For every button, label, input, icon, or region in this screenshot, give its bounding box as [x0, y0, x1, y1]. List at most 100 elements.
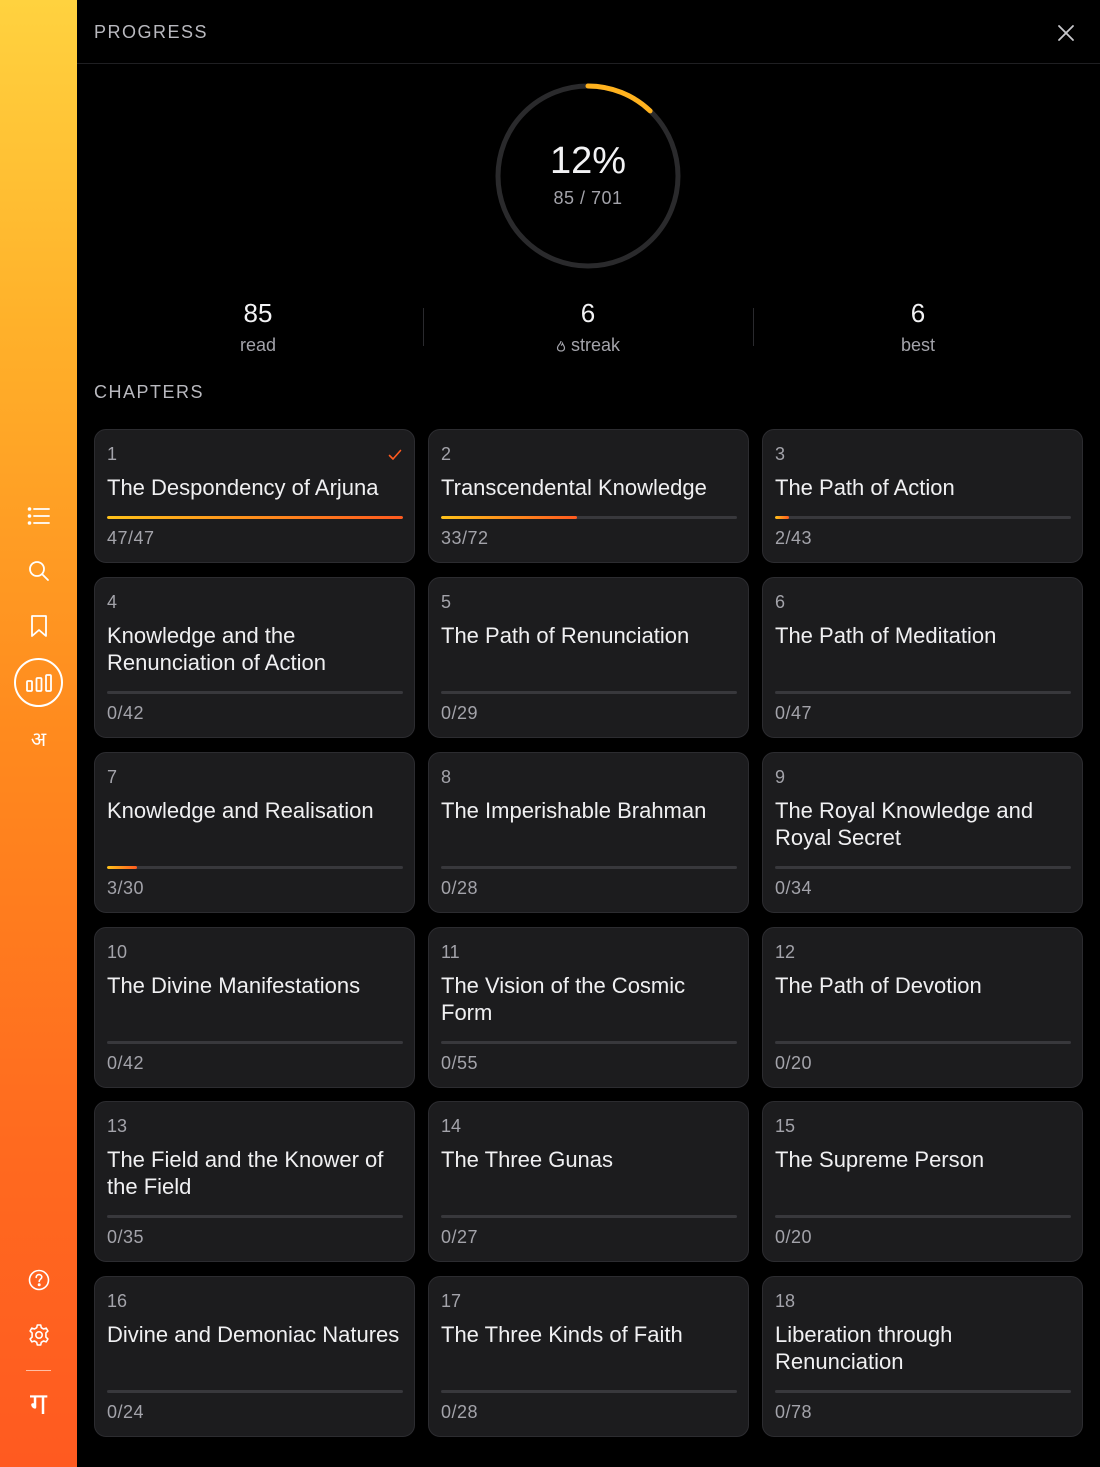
progress-button[interactable]	[14, 658, 63, 707]
chapter-number: 13	[107, 1116, 128, 1136]
chapter-number: 17	[441, 1291, 462, 1311]
chapter-title: Divine and Demoniac Natures	[107, 1322, 400, 1347]
chapter-title: The Path of Renunciation	[441, 623, 690, 648]
chapter-progress-fill	[107, 866, 137, 869]
chapter-progress-bar	[107, 866, 403, 869]
bookmarks-button[interactable]	[14, 604, 63, 648]
chapter-title: The Imperishable Brahman	[441, 798, 707, 823]
chapter-number: 11	[441, 942, 460, 962]
chapter-verse-count: 0/78	[775, 1402, 813, 1422]
chapter-card[interactable]: 17 The Three Kinds of Faith 0/28	[428, 1276, 749, 1437]
stat-best: 6 best	[818, 298, 1018, 356]
chapter-title: The Divine Manifestations	[107, 973, 361, 998]
chapter-title: The Three Gunas	[441, 1147, 614, 1172]
stat-value: 6	[910, 298, 926, 328]
chapter-card[interactable]: 13 The Field and the Knower of the Field 0…	[94, 1101, 415, 1262]
chapter-progress-bar	[775, 1390, 1071, 1393]
search-icon	[28, 561, 49, 581]
chapter-progress-bar	[107, 691, 403, 694]
app-logo: ग	[14, 1380, 63, 1424]
chapter-verse-count: 0/27	[441, 1227, 479, 1247]
stat-label: read	[239, 335, 277, 355]
chapter-title: The Path of Devotion	[775, 973, 982, 998]
chapter-verse-count: 0/55	[441, 1053, 479, 1073]
chapter-progress-fill	[107, 516, 403, 519]
chapter-number: 12	[775, 942, 796, 962]
chapter-number: 1	[107, 444, 118, 464]
chapter-title: The Path of Meditation	[775, 623, 997, 648]
chapter-verse-count: 0/34	[775, 878, 813, 898]
chapter-verse-count: 47/47	[107, 528, 155, 548]
chapter-card[interactable]: 9 The Royal Knowledge and Royal Secret 0/3…	[762, 752, 1083, 913]
chapter-title: The Royal Knowledge and Royal Secret	[775, 798, 1034, 850]
chapter-title: The Vision of the Cosmic Form	[441, 973, 686, 1025]
chapter-verse-count: 33/72	[441, 528, 489, 548]
chapter-verse-count: 3/30	[107, 878, 145, 898]
chapter-number: 9	[775, 767, 786, 787]
chapter-progress-bar	[441, 691, 737, 694]
chapter-progress-bar	[107, 1390, 403, 1393]
chapter-card[interactable]: 3 The Path of Action 2/43	[762, 429, 1083, 563]
chapter-card[interactable]: 2 Transcendental Knowledge 33/72	[428, 429, 749, 563]
chapter-title: The Path of Action	[775, 475, 955, 500]
chapter-title: The Supreme Person	[775, 1147, 985, 1172]
chapter-card[interactable]: 12 The Path of Devotion 0/20	[762, 927, 1083, 1088]
chapter-title: Transcendental Knowledge	[441, 475, 707, 500]
chapter-progress-bar	[775, 1041, 1071, 1044]
chapter-card[interactable]: 11 The Vision of the Cosmic Form 0/55	[428, 927, 749, 1088]
chapter-card[interactable]: 15 The Supreme Person 0/20	[762, 1101, 1083, 1262]
chapter-card[interactable]: 8 The Imperishable Brahman 0/28	[428, 752, 749, 913]
list-icon	[27, 507, 50, 525]
chapter-card[interactable]: 1 The Despondency of Arjuna 47/47	[94, 429, 415, 563]
chapter-number: 2	[441, 444, 452, 464]
close-button[interactable]	[1055, 22, 1077, 44]
help-button[interactable]	[14, 1258, 63, 1302]
chapter-title: The Three Kinds of Faith	[441, 1322, 683, 1347]
chapter-verse-count: 0/20	[775, 1227, 813, 1247]
chapter-title: Liberation through Renunciation	[775, 1322, 953, 1374]
stat-read: 85 read	[158, 298, 358, 356]
chapter-card[interactable]: 14 The Three Gunas 0/27	[428, 1101, 749, 1262]
chapter-progress-fill	[775, 516, 789, 519]
chapter-card[interactable]: 7 Knowledge and Realisation 3/30	[94, 752, 415, 913]
bookmark-icon	[30, 615, 47, 637]
chapter-card[interactable]: 4 Knowledge and the Renunciation of Actio…	[94, 577, 415, 738]
progress-panel: PROGRESS 12% 85 / 701 85 read 6 streak 6…	[77, 0, 1100, 1467]
chapter-verse-count: 0/47	[775, 703, 813, 723]
stat-label: best	[900, 335, 936, 355]
chapter-number: 15	[775, 1116, 796, 1136]
contents-list-button[interactable]	[14, 494, 63, 538]
chapter-number: 18	[775, 1291, 796, 1311]
stat-streak: 6 streak	[488, 298, 688, 356]
chapter-progress-bar	[775, 691, 1071, 694]
chapter-verse-count: 0/42	[107, 703, 145, 723]
checkmark-icon	[388, 446, 402, 466]
chapter-number: 3	[775, 444, 786, 464]
chapter-card[interactable]: 5 The Path of Renunciation 0/29	[428, 577, 749, 738]
chapter-verse-count: 0/35	[107, 1227, 145, 1247]
chapter-progress-bar	[441, 516, 737, 519]
chapter-card[interactable]: 10 The Divine Manifestations 0/42	[94, 927, 415, 1088]
chapter-verse-count: 0/29	[441, 703, 479, 723]
search-button[interactable]	[14, 549, 63, 593]
chapter-progress-bar	[441, 1390, 737, 1393]
progress-percent: 12%	[549, 140, 627, 182]
chapter-progress-bar	[441, 1215, 737, 1218]
chapters-heading: CHAPTERS	[94, 382, 205, 402]
progress-count: 85 / 701	[553, 188, 623, 208]
page-title: PROGRESS	[94, 22, 209, 42]
chapter-title: Knowledge and the Renunciation of Action	[107, 623, 326, 675]
chapter-title: Knowledge and Realisation	[107, 798, 374, 823]
chapter-card[interactable]: 18 Liberation through Renunciation 0/78	[762, 1276, 1083, 1437]
chapter-number: 10	[107, 942, 128, 962]
chapter-card[interactable]: 16 Divine and Demoniac Natures 0/24	[94, 1276, 415, 1437]
script-toggle-button[interactable]: अ	[14, 716, 63, 760]
settings-button[interactable]	[14, 1313, 63, 1357]
chapter-card[interactable]: 6 The Path of Meditation 0/47	[762, 577, 1083, 738]
chapter-number: 7	[107, 767, 118, 787]
chapter-progress-bar	[107, 1215, 403, 1218]
devanagari-ga-logo-icon: ग	[30, 1386, 47, 1422]
chapter-progress-bar	[107, 516, 403, 519]
chapter-verse-count: 0/24	[107, 1402, 145, 1422]
chapter-verse-count: 0/42	[107, 1053, 145, 1073]
